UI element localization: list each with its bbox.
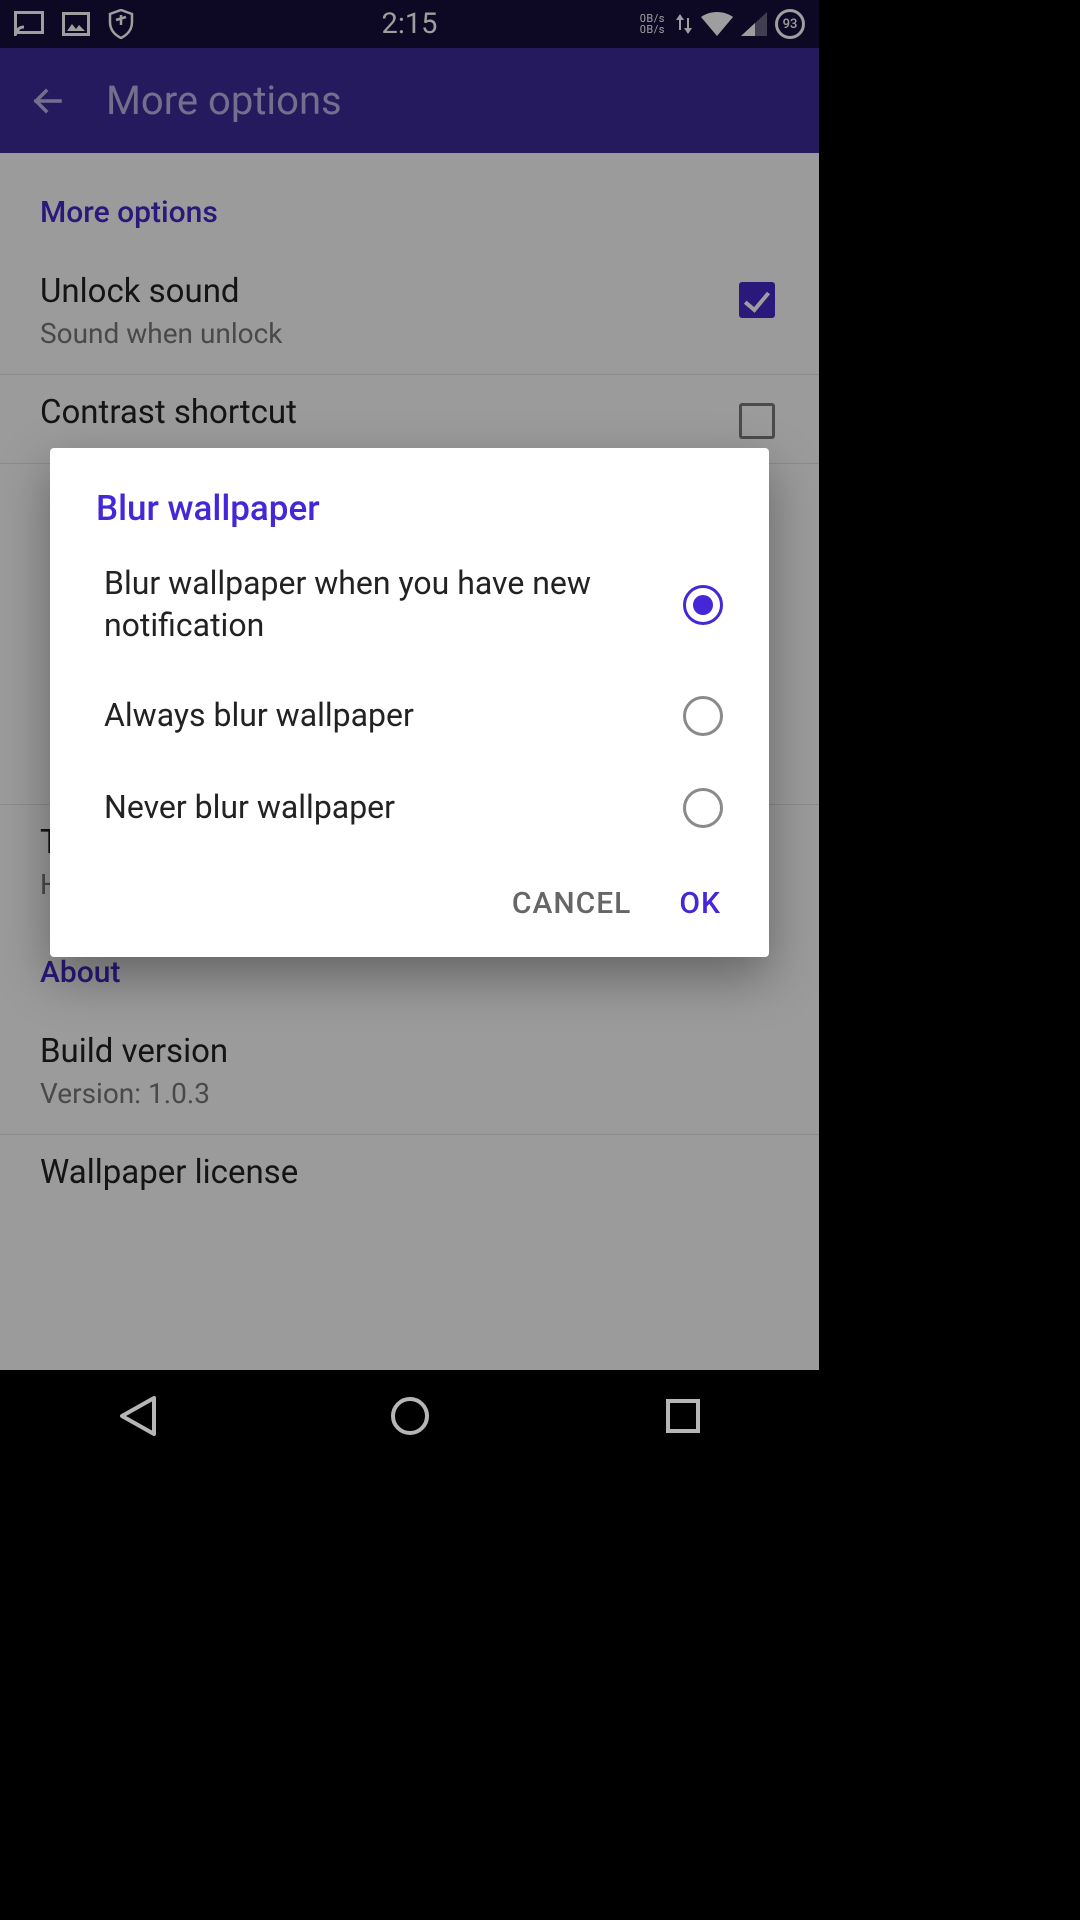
radio-unselected-icon[interactable] [683, 696, 723, 736]
radio-option-never-blur[interactable]: Never blur wallpaper [50, 762, 769, 854]
nav-home-button[interactable] [382, 1388, 438, 1444]
radio-option-blur-on-notification[interactable]: Blur wallpaper when you have new notific… [50, 539, 769, 670]
ok-button[interactable]: OK [679, 886, 721, 921]
cancel-button[interactable]: CANCEL [512, 886, 632, 921]
screen-root: 2:15 0B/s 0B/s [0, 0, 819, 1461]
dialog-actions: CANCEL OK [50, 854, 769, 933]
radio-label: Blur wallpaper when you have new notific… [104, 563, 644, 646]
radio-selected-icon[interactable] [683, 585, 723, 625]
radio-label: Always blur wallpaper [104, 695, 414, 737]
nav-recents-button[interactable] [655, 1388, 711, 1444]
radio-label: Never blur wallpaper [104, 787, 395, 829]
radio-unselected-icon[interactable] [683, 788, 723, 828]
radio-option-always-blur[interactable]: Always blur wallpaper [50, 670, 769, 762]
blur-wallpaper-dialog: Blur wallpaper Blur wallpaper when you h… [50, 448, 769, 957]
dialog-title: Blur wallpaper [50, 488, 769, 539]
nav-back-button[interactable] [109, 1388, 165, 1444]
system-nav-bar [0, 1370, 819, 1461]
